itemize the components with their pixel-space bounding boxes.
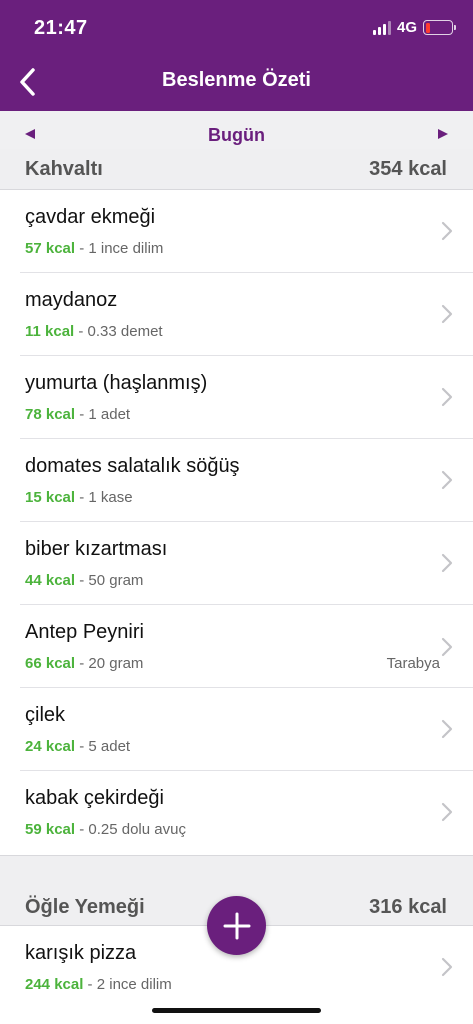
chevron-right-icon	[441, 470, 453, 490]
food-kcal: 24 kcal	[25, 738, 76, 755]
food-item[interactable]: kabak çekirdeği 59 kcal - 0.25 dolu avuç	[0, 771, 473, 854]
food-name: maydanoz	[25, 289, 118, 311]
signal-icon	[372, 20, 391, 35]
food-details: 57 kcal - 1 ince dilim	[25, 240, 163, 257]
food-amount: - 1 ince dilim	[75, 240, 164, 257]
food-item[interactable]: çavdar ekmeği 57 kcal - 1 ince dilim	[0, 190, 473, 273]
chevron-right-icon	[441, 304, 453, 324]
food-kcal: 15 kcal	[25, 489, 76, 506]
section-name: Kahvaltı	[25, 158, 103, 180]
food-kcal: 57 kcal	[25, 240, 76, 257]
food-details: 59 kcal - 0.25 dolu avuç	[25, 821, 186, 838]
food-amount: - 5 adet	[75, 738, 131, 755]
food-amount: - 20 gram	[75, 655, 144, 672]
section-header-breakfast: Kahvaltı 354 kcal	[0, 149, 473, 190]
food-name: çilek	[25, 704, 66, 726]
food-name: biber kızartması	[25, 538, 168, 560]
section-kcal: 354 kcal	[369, 158, 447, 180]
food-amount: - 0.25 dolu avuç	[75, 821, 186, 838]
food-kcal: 78 kcal	[25, 406, 76, 423]
food-name: Antep Peyniri	[25, 621, 144, 643]
page-title: Beslenme Özeti	[162, 69, 311, 91]
food-item[interactable]: Antep Peyniri 66 kcal - 20 gram Tarabya	[0, 605, 473, 688]
chevron-right-icon	[441, 221, 453, 241]
food-details: 66 kcal - 20 gram	[25, 655, 143, 672]
food-item[interactable]: yumurta (haşlanmış) 78 kcal - 1 adet	[0, 356, 473, 439]
food-details: 78 kcal - 1 adet	[25, 406, 130, 423]
food-name: domates salatalık söğüş	[25, 455, 240, 477]
food-name: yumurta (haşlanmış)	[25, 372, 208, 394]
food-amount: - 50 gram	[75, 572, 144, 589]
app-header: 21:47 4G Beslenme Özeti	[0, 0, 473, 111]
food-amount: - 2 ince dilim	[83, 976, 172, 993]
food-amount: - 1 adet	[75, 406, 131, 423]
home-indicator[interactable]	[152, 1008, 321, 1013]
food-name: karışık pizza	[25, 942, 137, 964]
chevron-right-icon	[441, 802, 453, 822]
food-amount: - 1 kase	[75, 489, 133, 506]
triangle-right-icon	[438, 129, 448, 139]
section-name: Öğle Yemeği	[25, 896, 145, 918]
food-kcal: 244 kcal	[25, 976, 84, 993]
food-details: 44 kcal - 50 gram	[25, 572, 143, 589]
plus-icon	[223, 912, 250, 939]
food-brand: Tarabya	[386, 655, 440, 672]
food-details: 24 kcal - 5 adet	[25, 738, 130, 755]
status-indicators: 4G	[372, 19, 456, 36]
food-item[interactable]: biber kızartması 44 kcal - 50 gram	[0, 522, 473, 605]
food-amount: - 0.33 demet	[74, 323, 163, 340]
next-day-button[interactable]	[433, 124, 453, 144]
food-name: çavdar ekmeği	[25, 206, 156, 228]
status-time: 21:47	[34, 17, 88, 39]
food-details: 11 kcal - 0.33 demet	[25, 323, 163, 340]
food-name: kabak çekirdeği	[25, 787, 164, 809]
section-kcal: 316 kcal	[369, 896, 447, 918]
food-item[interactable]: maydanoz 11 kcal - 0.33 demet	[0, 273, 473, 356]
battery-icon	[423, 20, 456, 35]
food-kcal: 44 kcal	[25, 572, 76, 589]
food-kcal: 11 kcal	[25, 323, 75, 340]
date-label[interactable]: Bugün	[0, 125, 473, 146]
add-food-button[interactable]	[207, 896, 266, 955]
network-type: 4G	[396, 19, 417, 36]
chevron-right-icon	[441, 387, 453, 407]
food-kcal: 59 kcal	[25, 821, 76, 838]
chevron-right-icon	[441, 957, 453, 977]
food-details: 244 kcal - 2 ince dilim	[25, 976, 172, 993]
food-details: 15 kcal - 1 kase	[25, 489, 133, 506]
chevron-right-icon	[441, 553, 453, 573]
chevron-right-icon	[441, 719, 453, 739]
chevron-right-icon	[441, 637, 453, 657]
food-kcal: 66 kcal	[25, 655, 76, 672]
food-item[interactable]: çilek 24 kcal - 5 adet	[0, 688, 473, 771]
food-item[interactable]: domates salatalık söğüş 15 kcal - 1 kase	[0, 439, 473, 522]
